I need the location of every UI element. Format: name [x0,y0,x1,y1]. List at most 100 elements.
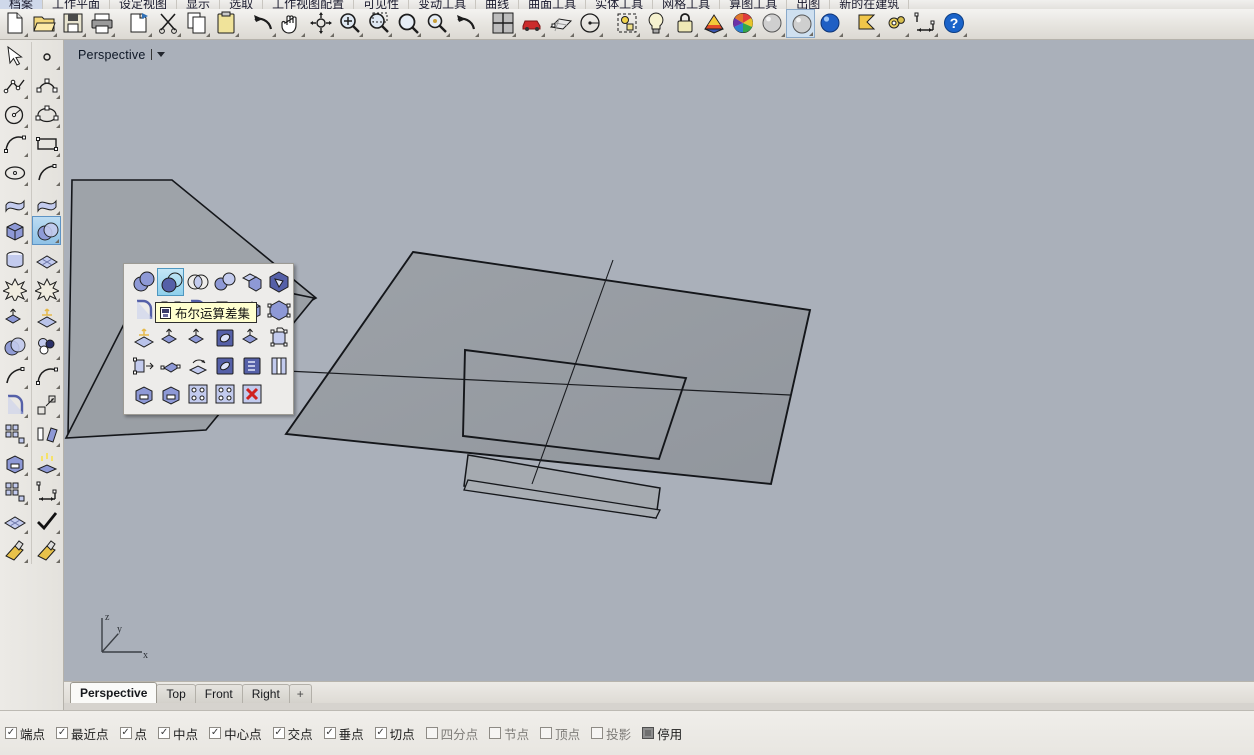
left-check-icon[interactable] [32,506,61,535]
osnap-item-2[interactable]: ✓点 [120,724,148,743]
boolean-flyout-toolbar[interactable]: 布尔运算差集 [123,263,294,415]
flyout-extrude-surface-icon[interactable] [157,324,184,352]
osnap-item-7[interactable]: ✓切点 [375,724,415,743]
checkbox-checked-icon[interactable]: ✓ [209,727,221,739]
left-arc-icon[interactable] [0,129,29,158]
toolbar-cplane-grid-icon[interactable] [546,9,575,38]
flyout-split-face-icon[interactable] [238,352,265,380]
perspective-viewport[interactable]: z y x Perspective 布尔运算差集 [64,40,1254,681]
left-surface-from-curves-icon[interactable] [0,187,29,216]
checkbox-checked-icon[interactable]: ✓ [375,727,387,739]
flyout-solid-edge-fillet-icon[interactable] [130,296,157,324]
osnap-item-8[interactable]: 四分点 [426,724,479,743]
viewport-tab-right[interactable]: Right [242,684,290,703]
left-render-tools-icon[interactable] [0,535,29,564]
left-boolean-spheres-icon[interactable] [0,332,29,361]
flyout-solid-edit-b-icon[interactable] [157,380,184,408]
left-circle-group-icon[interactable] [32,332,61,361]
menu-item-8[interactable]: 曲线 [476,0,519,9]
osnap-item-3[interactable]: ✓中点 [158,724,198,743]
toolbar-gears-icon[interactable] [881,9,910,38]
osnap-item-5[interactable]: ✓交点 [273,724,313,743]
menu-item-5[interactable]: 工作视图配置 [263,0,354,9]
left-box-icon[interactable] [0,216,29,245]
left-offset-icon[interactable] [32,419,61,448]
toolbar-zoom-extents-icon[interactable] [393,9,422,38]
toolbar-cut-icon[interactable] [153,9,182,38]
osnap-item-10[interactable]: 顶点 [540,724,580,743]
flyout-cage-edit-icon[interactable] [265,324,292,352]
osnap-item-1[interactable]: ✓最近点 [56,724,109,743]
toolbar-help-icon[interactable]: ? [939,9,968,38]
toolbar-gradient-swatch-icon[interactable] [699,9,728,38]
toolbar-lock-icon[interactable] [670,9,699,38]
viewport-title[interactable]: Perspective [74,45,169,64]
toolbar-undo-view-change-icon[interactable] [451,9,480,38]
toolbar-paste-icon[interactable] [211,9,240,38]
checkbox-checked-icon[interactable]: ✓ [273,727,285,739]
surface-main-plane[interactable] [286,252,810,484]
menu-item-2[interactable]: 设定视图 [110,0,177,9]
checkbox-unchecked-icon[interactable] [426,727,438,739]
osnap-item-9[interactable]: 节点 [489,724,529,743]
viewport-tab-perspective[interactable]: Perspective [70,682,157,703]
menu-item-10[interactable]: 实体工具 [586,0,653,9]
toolbar-flag-icon[interactable] [852,9,881,38]
flyout-cap-holes-icon[interactable] [130,324,157,352]
checkbox-checked-icon[interactable]: ✓ [56,727,68,739]
add-viewport-tab-button[interactable]: + [289,684,312,703]
osnap-disable-toggle[interactable]: 停用 [642,724,682,743]
osnap-item-4[interactable]: ✓中心点 [209,724,262,743]
menu-item-1[interactable]: 工作平面 [43,0,110,9]
flyout-dot-grid-a-icon[interactable] [184,380,211,408]
left-dimension-tools-icon[interactable] [32,477,61,506]
left-surface-patch-icon[interactable] [32,187,61,216]
disable-osnap-indicator[interactable] [642,727,654,739]
toolbar-blue-sphere-icon[interactable] [815,9,844,38]
toolbar-light-bulb-icon[interactable] [641,9,670,38]
flyout-boolean-split-icon[interactable] [211,268,238,296]
chevron-down-icon[interactable] [157,52,165,57]
toolbar-zoom-selected-icon[interactable] [422,9,451,38]
left-ellipse-icon[interactable] [0,158,29,187]
flyout-boolean-mesh-icon[interactable] [265,268,292,296]
osnap-item-0[interactable]: ✓端点 [5,724,45,743]
toolbar-circle-radius-icon[interactable] [575,9,604,38]
left-mesh-tools-icon[interactable] [0,506,29,535]
flyout-rotate-face-icon[interactable] [184,352,211,380]
menu-item-3[interactable]: 显示 [177,0,220,9]
toolbar-dimension-icon[interactable] [910,9,939,38]
toolbar-select-objects-icon[interactable] [612,9,641,38]
menu-item-13[interactable]: 出图 [787,0,830,9]
left-curve-icon[interactable] [32,158,61,187]
menu-item-0[interactable]: 档案 [0,0,43,9]
flyout-extrude-to-point-icon[interactable] [184,324,211,352]
toolbar-copy-icon[interactable] [182,9,211,38]
left-polyline-icon[interactable] [0,71,29,100]
menu-item-4[interactable]: 选取 [220,0,263,9]
menu-item-6[interactable]: 可见性 [354,0,409,9]
menu-item-12[interactable]: 算图工具 [720,0,787,9]
toolbar-new-file-icon[interactable] [0,9,29,38]
toolbar-render-sphere-icon[interactable] [786,9,815,38]
flyout-boolean-intersection-icon[interactable] [184,268,211,296]
left-rectangle-icon[interactable] [32,129,61,158]
left-blend-curve-icon[interactable] [32,361,61,390]
left-scale-icon[interactable] [32,390,61,419]
osnap-item-11[interactable]: 投影 [591,724,631,743]
flyout-solid-edit-a-icon[interactable] [130,380,157,408]
left-array-icon[interactable] [0,419,29,448]
toolbar-save-icon[interactable] [58,9,87,38]
left-point-icon[interactable] [32,42,61,71]
toolbar-four-view-icon[interactable] [488,9,517,38]
checkbox-unchecked-icon[interactable] [540,727,552,739]
checkbox-checked-icon[interactable]: ✓ [120,727,132,739]
left-boolean-difference-flyout-icon[interactable] [32,216,61,245]
menu-item-14[interactable]: 新的在建筑 [830,0,909,9]
flyout-delete-solid-icon[interactable] [238,380,265,408]
menu-item-9[interactable]: 曲面工具 [519,0,586,9]
flyout-dot-grid-b-icon[interactable] [211,380,238,408]
flyout-merge-face-icon[interactable] [211,352,238,380]
toolbar-color-wheel-icon[interactable] [728,9,757,38]
flyout-move-face-icon[interactable] [130,352,157,380]
